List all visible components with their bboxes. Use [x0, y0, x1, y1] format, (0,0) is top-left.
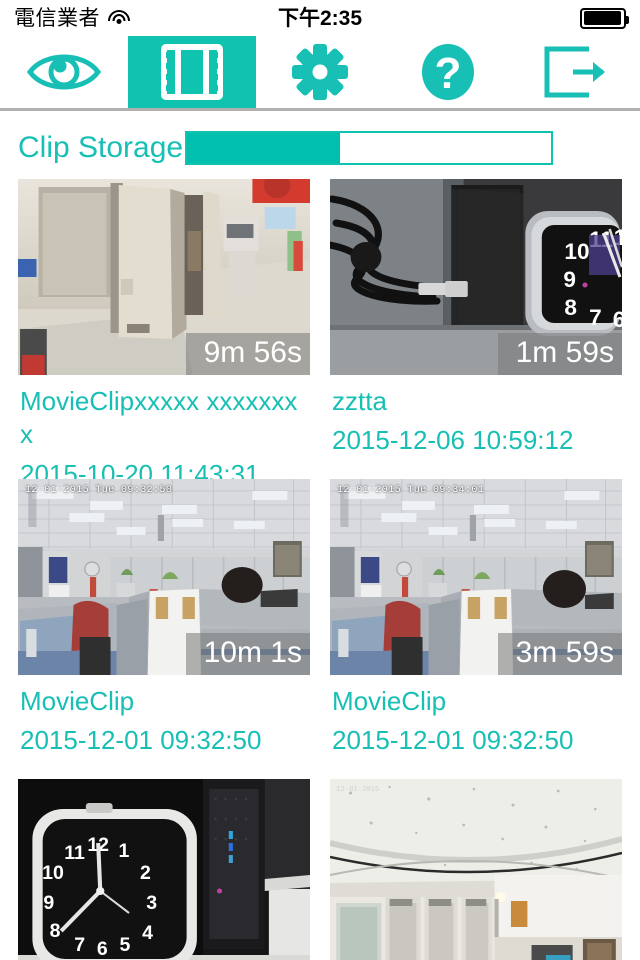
- svg-text:?: ?: [435, 49, 462, 98]
- status-bar-right: [580, 7, 629, 29]
- thumbnail-timestamp-overlay: 12-01-2015 Tue 09:32:50: [25, 485, 173, 496]
- svg-text:6: 6: [97, 939, 108, 960]
- clip-thumbnail[interactable]: 9m 56s: [18, 179, 310, 375]
- clip-storage-label: Clip Storage: [18, 131, 184, 164]
- logout-arrow-icon: [543, 45, 609, 99]
- tab-live-view[interactable]: [0, 36, 128, 108]
- clip-storage-row: Clip Storage: [0, 111, 640, 179]
- svg-text:5: 5: [119, 935, 130, 956]
- clip-name: zztta: [332, 386, 387, 416]
- eye-icon: [26, 47, 102, 97]
- app-screen: 電信業者 下午2:35 ? Clip Storage 9m 56s MovieC…: [0, 0, 640, 960]
- clip-thumbnail[interactable]: 12-01-2015 Tue 09:32:50 10m 1s: [18, 479, 310, 675]
- clip-thumbnail[interactable]: 11 12 1 10 2 9 3 8 4 7 6 5: [18, 779, 310, 960]
- clip-date: 2015-12-06 10:59:12: [332, 425, 574, 456]
- clip-name: MovieClip: [20, 686, 135, 716]
- clip-card[interactable]: 11 12 1 10 2 9 3 8 4 7 6 5: [18, 779, 310, 960]
- svg-text:10: 10: [564, 239, 589, 264]
- svg-text:8: 8: [50, 921, 61, 942]
- svg-text:1: 1: [118, 841, 129, 862]
- clip-meta: zztta 2015-12-06 10:59:12: [330, 375, 622, 479]
- clip-card[interactable]: 12-01-2015: [330, 779, 622, 960]
- svg-text:8: 8: [564, 295, 577, 320]
- clip-meta: MovieClipxxxxx xxxxxxxx 2015-10-20 11:43…: [18, 375, 310, 489]
- clip-thumbnail[interactable]: 12-01-2015 Tue 09:34:01 3m 59s: [330, 479, 622, 675]
- clip-duration-badge: 10m 1s: [185, 633, 310, 675]
- clock-label: 下午2:35: [277, 6, 363, 30]
- svg-text:9: 9: [563, 267, 576, 292]
- clip-name: MovieClip: [332, 686, 447, 716]
- clip-meta: MovieClip 2015-12-01 09:32:50: [18, 675, 310, 779]
- clip-duration-badge: 3m 59s: [497, 633, 622, 675]
- clip-storage-progress-fill: [187, 133, 340, 163]
- svg-text:6: 6: [613, 307, 622, 332]
- clip-date: 2015-12-01 09:32:50: [20, 725, 262, 756]
- tab-logout[interactable]: [512, 36, 640, 108]
- scene-wall-clock: 11 12 1 10 2 9 3 8 4 7 6 5: [18, 779, 310, 960]
- status-bar: 電信業者 下午2:35: [0, 0, 640, 36]
- clip-card[interactable]: 10 11 12 9 8 7 6 1m 59s zz: [330, 179, 622, 479]
- main-toolbar: ?: [0, 36, 640, 108]
- thumbnail-timestamp-overlay: 12-01-2015 Tue 09:34:01: [337, 485, 485, 496]
- clip-date: 2015-12-01 09:32:50: [332, 725, 574, 756]
- svg-text:12-01-2015: 12-01-2015: [336, 786, 379, 794]
- gear-icon: [291, 43, 349, 101]
- clip-storage-progressbar: [185, 131, 554, 165]
- tab-help[interactable]: ?: [384, 36, 512, 108]
- svg-text:4: 4: [142, 923, 153, 944]
- clip-name: MovieClipxxxxx xxxxxxxx: [20, 386, 298, 450]
- clip-thumbnail[interactable]: 12-01-2015: [330, 779, 622, 960]
- clip-card[interactable]: 12-01-2015 Tue 09:34:01 3m 59s MovieClip…: [330, 479, 622, 779]
- svg-text:9: 9: [43, 893, 54, 914]
- svg-text:11: 11: [64, 843, 85, 864]
- clip-card[interactable]: 12-01-2015 Tue 09:32:50 10m 1s MovieClip…: [18, 479, 310, 779]
- clip-thumbnail[interactable]: 10 11 12 9 8 7 6 1m 59s: [330, 179, 622, 375]
- svg-text:3: 3: [146, 893, 157, 914]
- clip-card[interactable]: 9m 56s MovieClipxxxxx xxxxxxxx 2015-10-2…: [18, 179, 310, 489]
- film-strip-icon: [161, 44, 223, 100]
- battery-icon: [580, 7, 629, 29]
- scene-ceiling-corridor: 12-01-2015: [330, 779, 622, 960]
- clip-duration-badge: 9m 56s: [185, 333, 310, 375]
- svg-text:7: 7: [589, 305, 602, 330]
- svg-text:10: 10: [42, 863, 64, 884]
- clip-meta: MovieClip 2015-12-01 09:32:50: [330, 675, 622, 779]
- svg-text:2: 2: [140, 863, 151, 884]
- question-mark-icon: ?: [421, 43, 475, 101]
- clip-grid: 9m 56s MovieClipxxxxx xxxxxxxx 2015-10-2…: [0, 179, 640, 960]
- tab-settings[interactable]: [256, 36, 384, 108]
- tab-clips[interactable]: [128, 36, 256, 108]
- clip-duration-badge: 1m 59s: [497, 333, 622, 375]
- svg-text:7: 7: [74, 935, 85, 956]
